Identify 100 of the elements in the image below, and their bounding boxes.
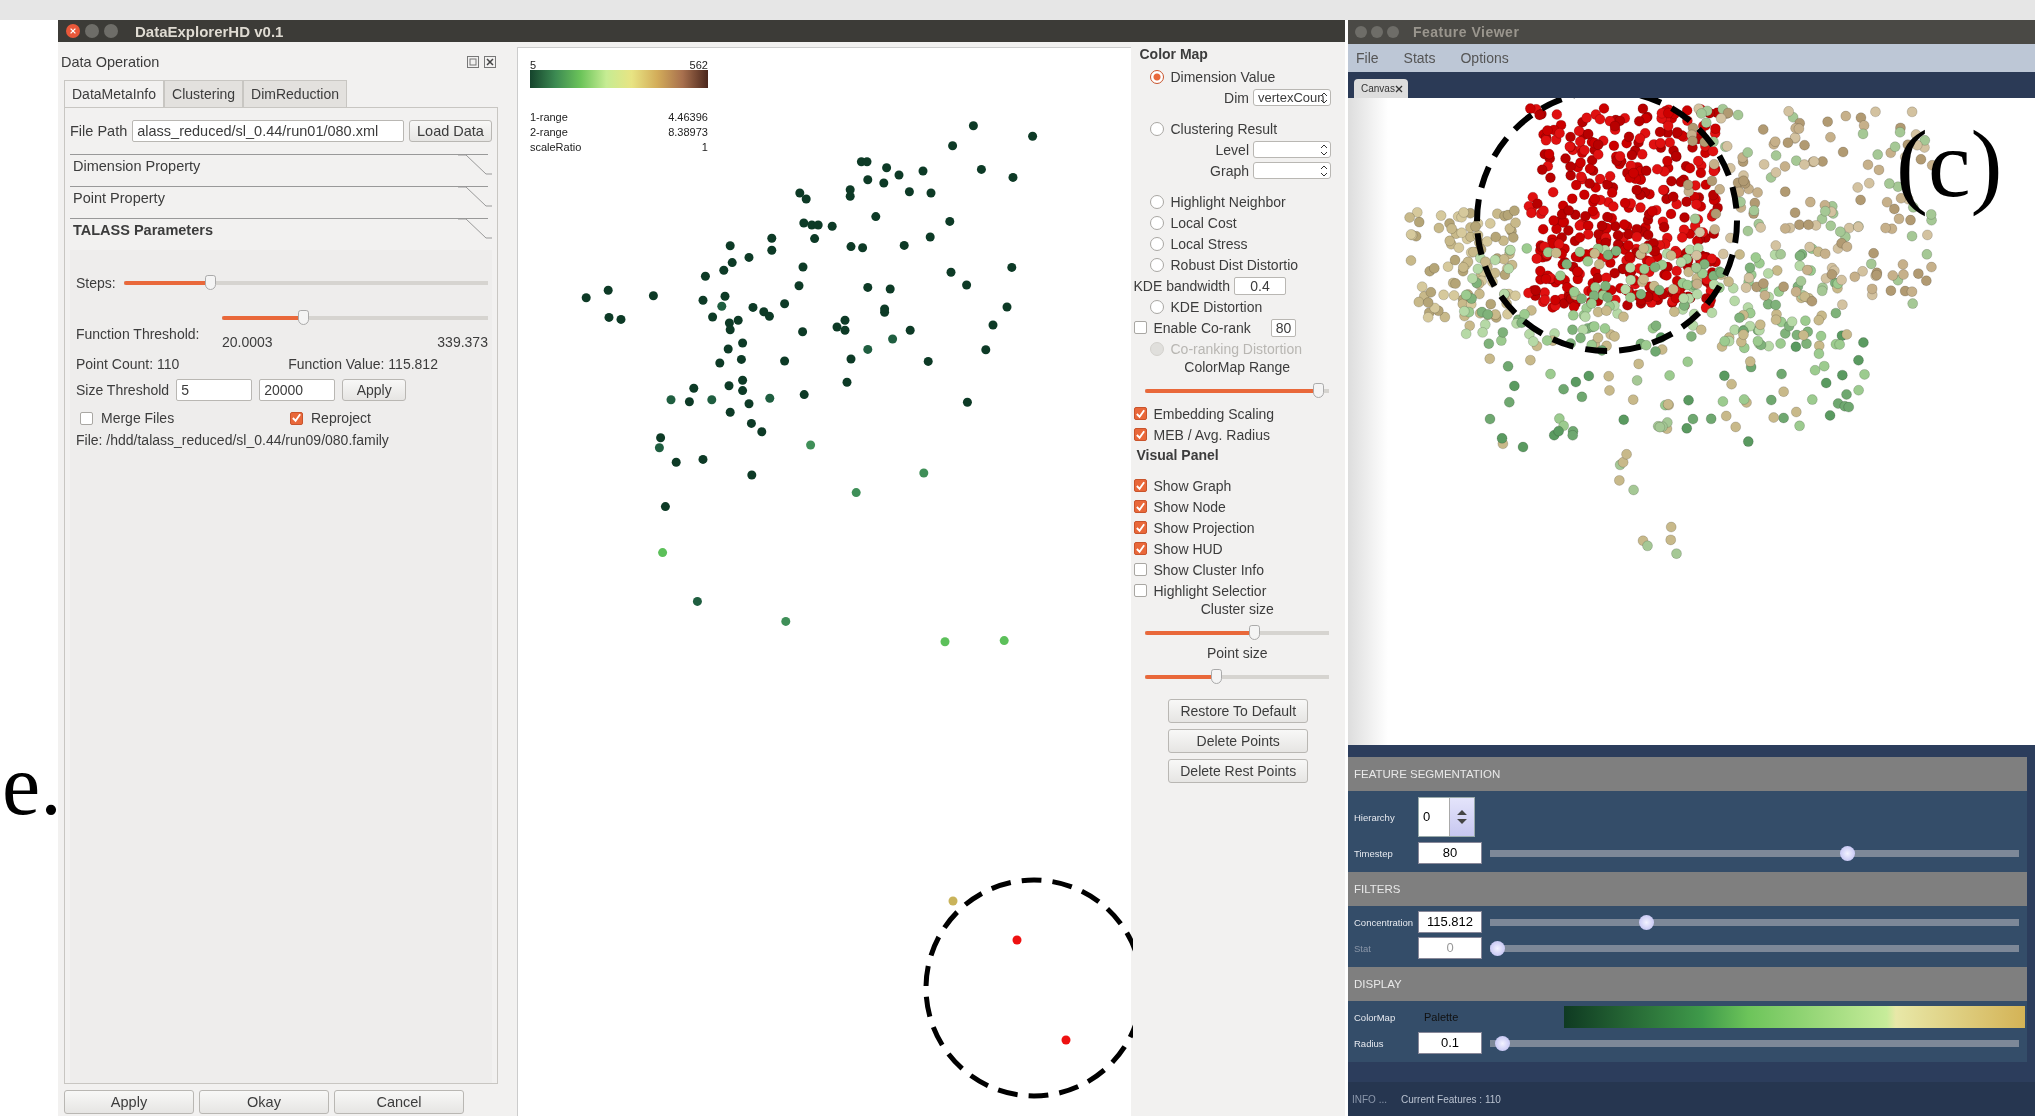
legend-min: 5 — [529, 60, 537, 70]
action-button[interactable]: Restore To Default — [1168, 699, 1309, 723]
radio-button[interactable] — [1150, 257, 1165, 272]
data-point — [962, 280, 972, 290]
checkbox[interactable] — [1134, 407, 1148, 420]
input-field[interactable]: 0.1 — [1418, 1032, 1482, 1054]
radio-button[interactable] — [1150, 121, 1165, 136]
data-point — [925, 232, 935, 242]
dialog-button[interactable]: Okay — [199, 1090, 329, 1114]
dropdown[interactable] — [1253, 162, 1331, 179]
checkbox[interactable] — [1134, 542, 1148, 555]
dropdown[interactable] — [1253, 141, 1331, 158]
checkbox-label: Show Graph — [1153, 477, 1232, 494]
data-point — [858, 243, 868, 253]
data-point — [1028, 131, 1038, 141]
dropdown[interactable]: vertexCoun — [1253, 89, 1331, 106]
slider-handle[interactable] — [1249, 625, 1260, 640]
checkbox-label: Show Projection — [1153, 519, 1255, 536]
float-icon[interactable] — [466, 56, 479, 68]
slider-handle[interactable] — [1639, 914, 1655, 930]
max-size-field[interactable]: 20000 — [259, 379, 336, 401]
data-point — [948, 896, 958, 906]
tab[interactable]: DimReduction — [243, 80, 348, 107]
min-size-field[interactable]: 5 — [176, 379, 253, 401]
slider-handle[interactable] — [1495, 1035, 1511, 1051]
data-point — [885, 284, 895, 294]
dialog-button[interactable]: Apply — [64, 1090, 194, 1114]
apply-button[interactable]: Apply — [342, 379, 407, 401]
close-icon[interactable] — [483, 56, 496, 68]
data-point — [604, 312, 614, 322]
data-point — [767, 233, 777, 243]
menu-item[interactable]: File — [1356, 50, 1379, 66]
data-point — [738, 338, 748, 348]
close-button[interactable] — [66, 24, 80, 38]
menu-item[interactable]: Stats — [1403, 50, 1436, 66]
data-point — [684, 397, 694, 407]
checkbox[interactable] — [1134, 428, 1148, 441]
minimize-button[interactable] — [85, 24, 99, 38]
data-point — [736, 354, 746, 364]
field-label: Hierarchy — [1354, 811, 1396, 823]
dialog-button[interactable]: Cancel — [334, 1090, 464, 1114]
data-point — [720, 291, 730, 301]
figure-label: e. — [2, 736, 62, 835]
radio-label: Local Stress — [1170, 235, 1248, 252]
checkbox[interactable] — [1134, 479, 1148, 492]
data-point — [827, 221, 837, 231]
slider-handle[interactable] — [1312, 383, 1324, 398]
data-point — [700, 271, 710, 281]
slider-label: Point size — [1205, 645, 1269, 661]
action-button[interactable]: Delete Rest Points — [1168, 759, 1309, 783]
tab[interactable]: Clustering — [164, 80, 244, 107]
radio-label: Highlight Neighbor — [1170, 193, 1286, 210]
load-data-button[interactable]: Load Data — [409, 120, 492, 142]
close-icon[interactable] — [1394, 84, 1403, 93]
data-point — [725, 241, 735, 251]
radio-label: KDE Distortion — [1170, 298, 1263, 315]
minimize-button[interactable] — [1371, 26, 1383, 38]
tab[interactable]: Canvas — [1354, 79, 1408, 98]
radio-button[interactable] — [1150, 69, 1165, 84]
stat-value: 1 — [701, 140, 708, 155]
input-field[interactable]: 80 — [1418, 842, 1482, 864]
data-point — [813, 220, 823, 230]
input-field[interactable]: 80 — [1270, 318, 1297, 337]
radio-label: Robust Dist Distortio — [1170, 256, 1299, 273]
radio-button[interactable] — [1150, 215, 1165, 230]
spin-box[interactable]: 0 — [1418, 797, 1475, 837]
menu-item[interactable]: Options — [1460, 50, 1509, 66]
slider-handle[interactable] — [1211, 669, 1223, 684]
section-header[interactable]: Point Property — [70, 186, 488, 218]
data-point — [799, 218, 809, 228]
slider-handle[interactable] — [204, 275, 216, 290]
slider-handle[interactable] — [1839, 845, 1855, 861]
action-button[interactable]: Delete Points — [1168, 729, 1309, 753]
data-point — [871, 212, 881, 222]
maximize-button[interactable] — [1387, 26, 1399, 38]
tab[interactable]: DataMetaInfo — [64, 80, 165, 107]
checkbox-label: Highlight Selectior — [1153, 582, 1267, 599]
colormap-name: Palette — [1424, 1011, 1460, 1023]
window-title: Feature Viewer — [1413, 24, 1520, 40]
checkbox[interactable] — [1134, 584, 1148, 597]
checkbox[interactable] — [290, 411, 303, 425]
field-label: Stat — [1354, 942, 1372, 954]
checkbox-label: MEB / Avg. Radius — [1153, 426, 1270, 443]
data-point — [1012, 935, 1022, 945]
checkbox[interactable] — [1134, 500, 1148, 513]
slider-handle[interactable] — [298, 310, 310, 325]
radio-button[interactable] — [1150, 299, 1165, 314]
slider-label: Function Threshold: — [76, 326, 201, 342]
section-header[interactable]: Dimension Property — [70, 154, 488, 186]
radio-button[interactable] — [1150, 236, 1165, 251]
file-path-field[interactable]: alass_reduced/sl_0.44/run01/080.xml — [132, 120, 404, 142]
slider-label: Cluster size — [1199, 601, 1275, 617]
input-field[interactable]: 0.4 — [1234, 276, 1286, 295]
maximize-button[interactable] — [104, 24, 118, 38]
checkbox[interactable] — [1134, 321, 1148, 334]
checkbox[interactable] — [1134, 521, 1148, 534]
radio-button[interactable] — [1150, 194, 1165, 209]
checkbox[interactable] — [80, 411, 93, 425]
input-field[interactable]: 115.812 — [1418, 911, 1482, 933]
checkbox[interactable] — [1134, 563, 1148, 576]
